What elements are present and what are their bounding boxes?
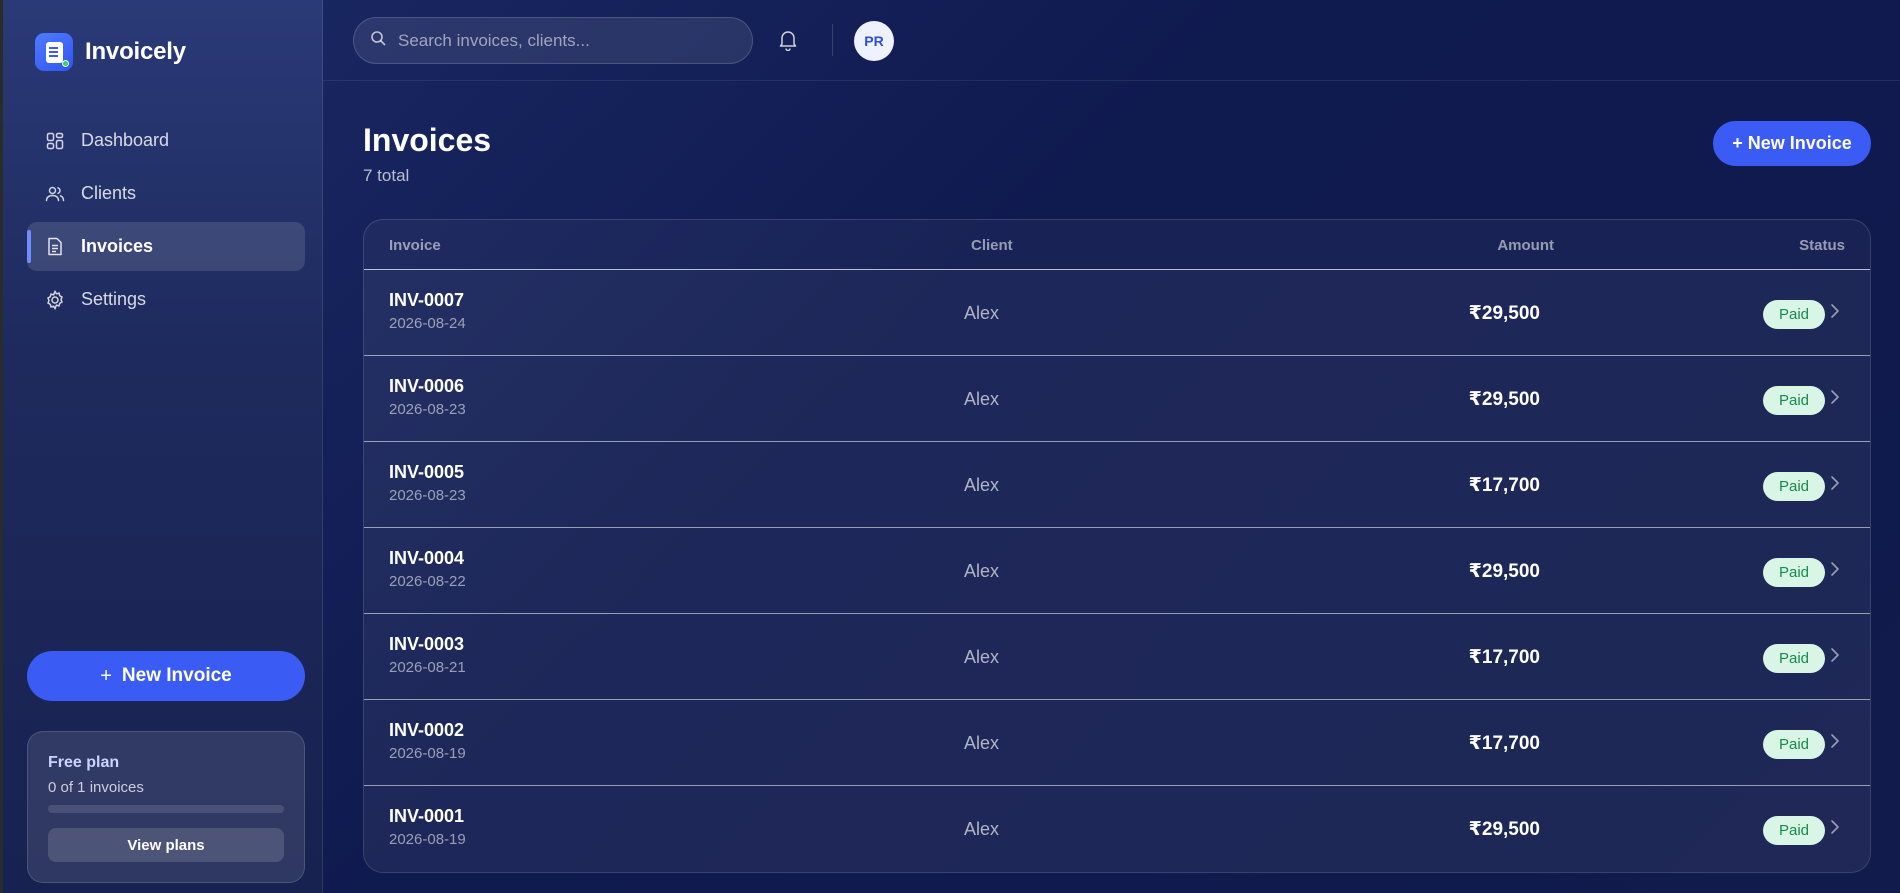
chevron-right-icon [1831, 304, 1839, 318]
invoice-amount: ₹29,500 [1468, 389, 1540, 410]
view-plans-button[interactable]: View plans [48, 828, 284, 862]
invoice-logo-icon [35, 33, 73, 71]
header-status: Status [1799, 237, 1845, 254]
search-box[interactable] [353, 17, 753, 64]
sidebar-item-clients[interactable]: Clients [27, 169, 305, 218]
invoice-date: 2026-08-23 [389, 401, 466, 418]
invoice-client: Alex [964, 733, 1000, 753]
plan-progress-bar [48, 805, 284, 813]
invoice-amount: ₹29,500 [1468, 819, 1540, 840]
app-window: Invoicely Dashboard Clients Invoices Set… [0, 0, 1900, 893]
topbar-divider [832, 24, 833, 56]
invoice-client: Alex [964, 389, 1000, 409]
gear-icon [45, 289, 65, 310]
chevron-right-icon [1831, 648, 1839, 662]
invoice-date: 2026-08-19 [389, 831, 466, 848]
invoice-id: INV-0003 [389, 634, 465, 654]
page-title: Invoices [363, 122, 492, 158]
invoice-date: 2026-08-19 [389, 745, 466, 762]
invoice-id: INV-0005 [389, 462, 465, 482]
invoice-date: 2026-08-23 [389, 487, 466, 504]
status-badge: Paid [1763, 472, 1825, 501]
sidebar-nav: Dashboard Clients Invoices Settings [27, 116, 305, 328]
status-badge: Paid [1763, 386, 1825, 415]
chevron-right-icon [1831, 734, 1839, 748]
header-amount: Amount [1497, 237, 1554, 254]
sidebar-item-dashboard[interactable]: Dashboard [27, 116, 305, 165]
status-badge: Paid [1763, 558, 1825, 587]
invoice-amount: ₹17,700 [1468, 733, 1540, 754]
table-row[interactable]: INV-0005 2026-08-23 Alex ₹17,700 Paid [364, 442, 1870, 528]
header-invoice: Invoice [389, 237, 441, 254]
chevron-right-icon [1831, 820, 1839, 834]
table-body: INV-0007 2026-08-24 Alex ₹29,500 Paid INV-000… [364, 270, 1870, 872]
grid-icon [45, 131, 65, 151]
invoice-date: 2026-08-21 [389, 659, 466, 676]
table-row[interactable]: INV-0001 2026-08-19 Alex ₹29,500 Paid [364, 786, 1870, 872]
invoice-client: Alex [964, 819, 1000, 839]
invoice-amount: ₹17,700 [1468, 647, 1540, 668]
invoice-amount: ₹29,500 [1468, 303, 1540, 324]
sidebar-item-label: Dashboard [81, 130, 170, 150]
table-header: Invoice Client Amount Status [364, 220, 1870, 270]
sidebar-item-label: Invoices [81, 236, 154, 256]
table-row[interactable]: INV-0007 2026-08-24 Alex ₹29,500 Paid [364, 270, 1870, 356]
sidebar-new-invoice-button[interactable]: + New Invoice [27, 651, 305, 701]
users-icon [45, 184, 65, 204]
sidebar-item-invoices[interactable]: Invoices [27, 222, 305, 271]
invoice-client: Alex [964, 475, 1000, 495]
brand[interactable]: Invoicely [35, 33, 186, 71]
invoice-date: 2026-08-22 [389, 573, 466, 590]
invoice-id: INV-0006 [389, 376, 465, 396]
sidebar-item-label: Settings [81, 289, 147, 309]
plan-card: Free plan 0 of 1 invoices View plans [27, 731, 305, 883]
invoice-amount: ₹17,700 [1468, 475, 1540, 496]
invoice-count: 7 total [363, 166, 410, 185]
new-invoice-button[interactable]: + New Invoice [1713, 121, 1871, 166]
table-row[interactable]: INV-0002 2026-08-19 Alex ₹17,700 Paid [364, 700, 1870, 786]
status-badge: Paid [1763, 300, 1825, 329]
chevron-right-icon [1831, 390, 1839, 404]
invoice-client: Alex [964, 647, 1000, 667]
new-invoice-label: New Invoice [121, 665, 232, 686]
invoice-id: INV-0004 [389, 548, 465, 568]
chevron-right-icon [1831, 476, 1839, 490]
document-icon [45, 237, 65, 257]
plan-usage: 0 of 1 invoices [48, 779, 144, 796]
plan-title: Free plan [48, 754, 120, 771]
invoices-table: Invoice Client Amount Status INV-0007 202… [363, 219, 1871, 873]
search-icon [370, 30, 386, 51]
status-badge: Paid [1763, 816, 1825, 845]
invoice-client: Alex [964, 561, 1000, 581]
status-badge: Paid [1763, 730, 1825, 759]
plus-icon: + [100, 664, 112, 687]
bell-icon[interactable] [776, 27, 800, 53]
sidebar: Invoicely Dashboard Clients Invoices Set… [0, 0, 323, 893]
invoice-id: INV-0007 [389, 290, 465, 310]
chevron-right-icon [1831, 562, 1839, 576]
table-row[interactable]: INV-0004 2026-08-22 Alex ₹29,500 Paid [364, 528, 1870, 614]
sidebar-item-settings[interactable]: Settings [27, 275, 305, 324]
sidebar-item-label: Clients [81, 183, 137, 203]
header-client: Client [971, 237, 1013, 254]
search-input[interactable] [398, 30, 752, 51]
invoice-client: Alex [964, 303, 1000, 323]
table-row[interactable]: INV-0003 2026-08-21 Alex ₹17,700 Paid [364, 614, 1870, 700]
brand-name: Invoicely [85, 38, 186, 65]
invoice-date: 2026-08-24 [389, 315, 466, 332]
invoice-id: INV-0002 [389, 720, 465, 740]
topbar: PR [323, 0, 1900, 81]
invoice-id: INV-0001 [389, 806, 465, 826]
status-badge: Paid [1763, 644, 1825, 673]
avatar[interactable]: PR [854, 21, 894, 61]
invoice-amount: ₹29,500 [1468, 561, 1540, 582]
table-row[interactable]: INV-0006 2026-08-23 Alex ₹29,500 Paid [364, 356, 1870, 442]
